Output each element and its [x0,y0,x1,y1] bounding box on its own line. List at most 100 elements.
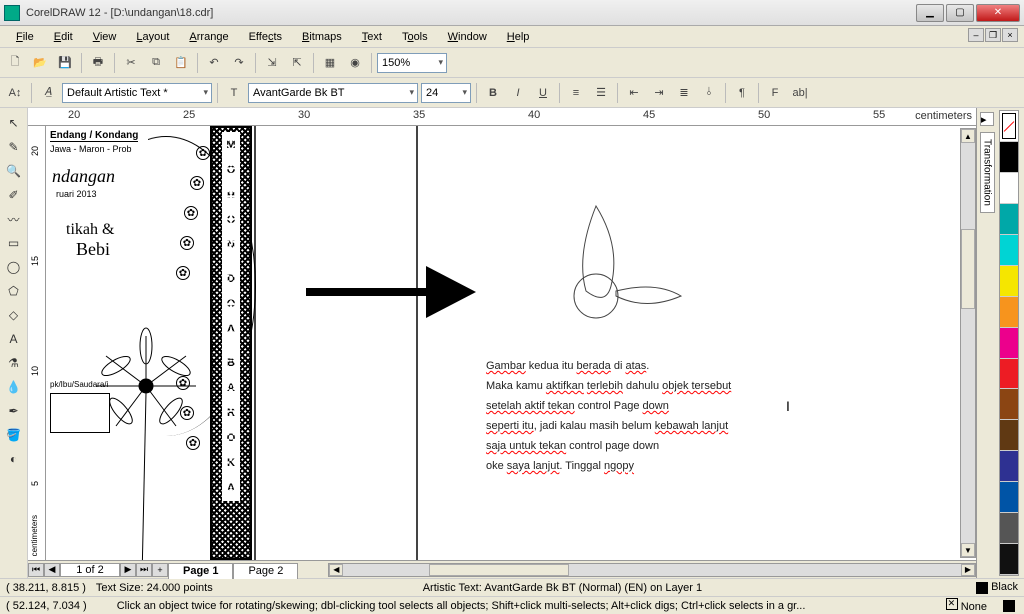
color-swatch[interactable] [1000,544,1018,575]
font-size-combo[interactable]: 24 [421,83,471,103]
undo-icon[interactable]: ↶ [203,52,225,74]
pick-tool-icon[interactable]: ↖ [3,112,25,134]
menu-help[interactable]: Help [497,29,540,45]
redo-icon[interactable]: ↷ [228,52,250,74]
align-left-icon[interactable]: ≡ [565,82,587,104]
color-well-icon[interactable] [1003,600,1015,612]
menu-window[interactable]: Window [438,29,497,45]
underline-icon[interactable]: U [532,82,554,104]
docker-toggle-icon[interactable]: ▸ [980,112,994,126]
color-swatch[interactable] [1000,328,1018,359]
indent-decrease-icon[interactable]: ⇤ [623,82,645,104]
horizontal-scrollbar[interactable]: ◀ ▶ [328,563,976,577]
prev-page-button[interactable]: ◀ [44,563,60,577]
paste-icon[interactable]: 📋 [170,52,192,74]
doc-minimize-button[interactable]: – [968,28,984,42]
interactive-fill-icon[interactable]: ◐ [3,448,25,470]
scroll-up-icon[interactable]: ▲ [961,129,975,143]
add-page-button[interactable]: + [152,563,168,577]
first-page-button[interactable]: ⏮ [28,563,44,577]
color-swatch[interactable] [1000,204,1018,235]
color-swatch[interactable] [1000,235,1018,266]
basic-shapes-icon[interactable]: ◇ [3,304,25,326]
menu-text[interactable]: Text [352,29,392,45]
copy-icon[interactable]: ⧉ [145,52,167,74]
menu-arrange[interactable]: Arrange [179,29,238,45]
page-counter[interactable]: 1 of 2 [60,563,120,577]
interactive-tool-icon[interactable]: ⚗ [3,352,25,374]
outline-tool-icon[interactable]: ✒ [3,400,25,422]
color-swatch[interactable] [1000,266,1018,297]
zoom-combo[interactable]: 150% [377,53,447,73]
italic-icon[interactable]: I [507,82,529,104]
outline-indicator[interactable]: None [946,598,987,613]
corel-online-icon[interactable]: ◉ [344,52,366,74]
menu-effects[interactable]: Effects [239,29,292,45]
tab-page-2[interactable]: Page 2 [233,563,298,579]
color-palette[interactable] [999,110,1019,576]
ellipse-tool-icon[interactable]: ◯ [3,256,25,278]
polygon-tool-icon[interactable]: ⬠ [3,280,25,302]
open-icon[interactable]: 📂 [29,52,51,74]
zoom-tool-icon[interactable]: 🔍 [3,160,25,182]
bullets-icon[interactable]: ≣ [673,82,695,104]
color-swatch[interactable] [1000,389,1018,420]
close-button[interactable]: ✕ [976,4,1020,22]
instruction-text[interactable]: Gambar kedua itu berada di atas. Maka ka… [486,356,906,476]
minimize-button[interactable]: ▁ [916,4,944,22]
indent-increase-icon[interactable]: ⇥ [648,82,670,104]
style-combo[interactable]: Default Artistic Text * [62,83,212,103]
menu-tools[interactable]: Tools [392,29,438,45]
import-icon[interactable]: ⇲ [261,52,283,74]
color-swatch[interactable] [1000,142,1018,173]
dropcap-icon[interactable]: ⫰ [698,82,720,104]
text-tool-icon[interactable]: A [3,328,25,350]
vertical-scrollbar[interactable]: ▲ ▼ [960,128,976,558]
doc-restore-button[interactable]: ❐ [985,28,1001,42]
cut-icon[interactable]: ✂ [120,52,142,74]
no-fill-swatch[interactable] [1000,111,1018,142]
eyedropper-icon[interactable]: 💧 [3,376,25,398]
font-combo[interactable]: AvantGarde Bk BT [248,83,418,103]
scroll-thumb[interactable] [961,229,975,309]
horizontal-ruler[interactable]: 20 25 30 35 40 45 50 55 centimeters [28,108,976,126]
bold-icon[interactable]: B [482,82,504,104]
menu-file[interactable]: File [6,29,44,45]
menu-layout[interactable]: Layout [126,29,179,45]
scroll-right-icon[interactable]: ▶ [961,564,975,576]
freehand-tool-icon[interactable]: ✐ [3,184,25,206]
fill-indicator[interactable]: Black [976,581,1018,593]
drawing-canvas[interactable]: Endang / Kondang Jawa - Maron - Prob nda… [46,126,960,560]
color-swatch[interactable] [1000,173,1018,204]
char-format-icon[interactable]: F [764,82,786,104]
new-icon[interactable]: 🗋 [4,52,26,74]
last-page-button[interactable]: ⏭ [136,563,152,577]
scroll-down-icon[interactable]: ▼ [961,543,975,557]
scroll-left-icon[interactable]: ◀ [329,564,343,576]
tab-page-1[interactable]: Page 1 [168,563,233,579]
menu-view[interactable]: View [83,29,127,45]
color-swatch[interactable] [1000,513,1018,544]
edit-text-icon[interactable]: ab| [789,82,811,104]
print-icon[interactable]: 🖶 [87,52,109,74]
next-page-button[interactable]: ▶ [120,563,136,577]
nonprinting-icon[interactable]: ¶ [731,82,753,104]
color-swatch[interactable] [1000,359,1018,390]
color-swatch[interactable] [1000,297,1018,328]
doc-close-button[interactable]: × [1002,28,1018,42]
align-center-icon[interactable]: ☰ [590,82,612,104]
rectangle-tool-icon[interactable]: ▭ [3,232,25,254]
menu-edit[interactable]: Edit [44,29,83,45]
color-swatch[interactable] [1000,451,1018,482]
text-orientation-icon[interactable]: A↕ [4,82,26,104]
maximize-button[interactable]: ▢ [946,4,974,22]
hscroll-thumb[interactable] [429,564,569,576]
export-icon[interactable]: ⇱ [286,52,308,74]
app-launcher-icon[interactable]: ▦ [319,52,341,74]
save-icon[interactable]: 💾 [54,52,76,74]
fill-tool-icon[interactable]: 🪣 [3,424,25,446]
color-swatch[interactable] [1000,420,1018,451]
smart-draw-icon[interactable]: 〰 [3,208,25,230]
transformation-docker-tab[interactable]: Transformation [980,132,995,213]
vertical-ruler[interactable]: 20 15 10 5 centimeters [28,126,46,560]
